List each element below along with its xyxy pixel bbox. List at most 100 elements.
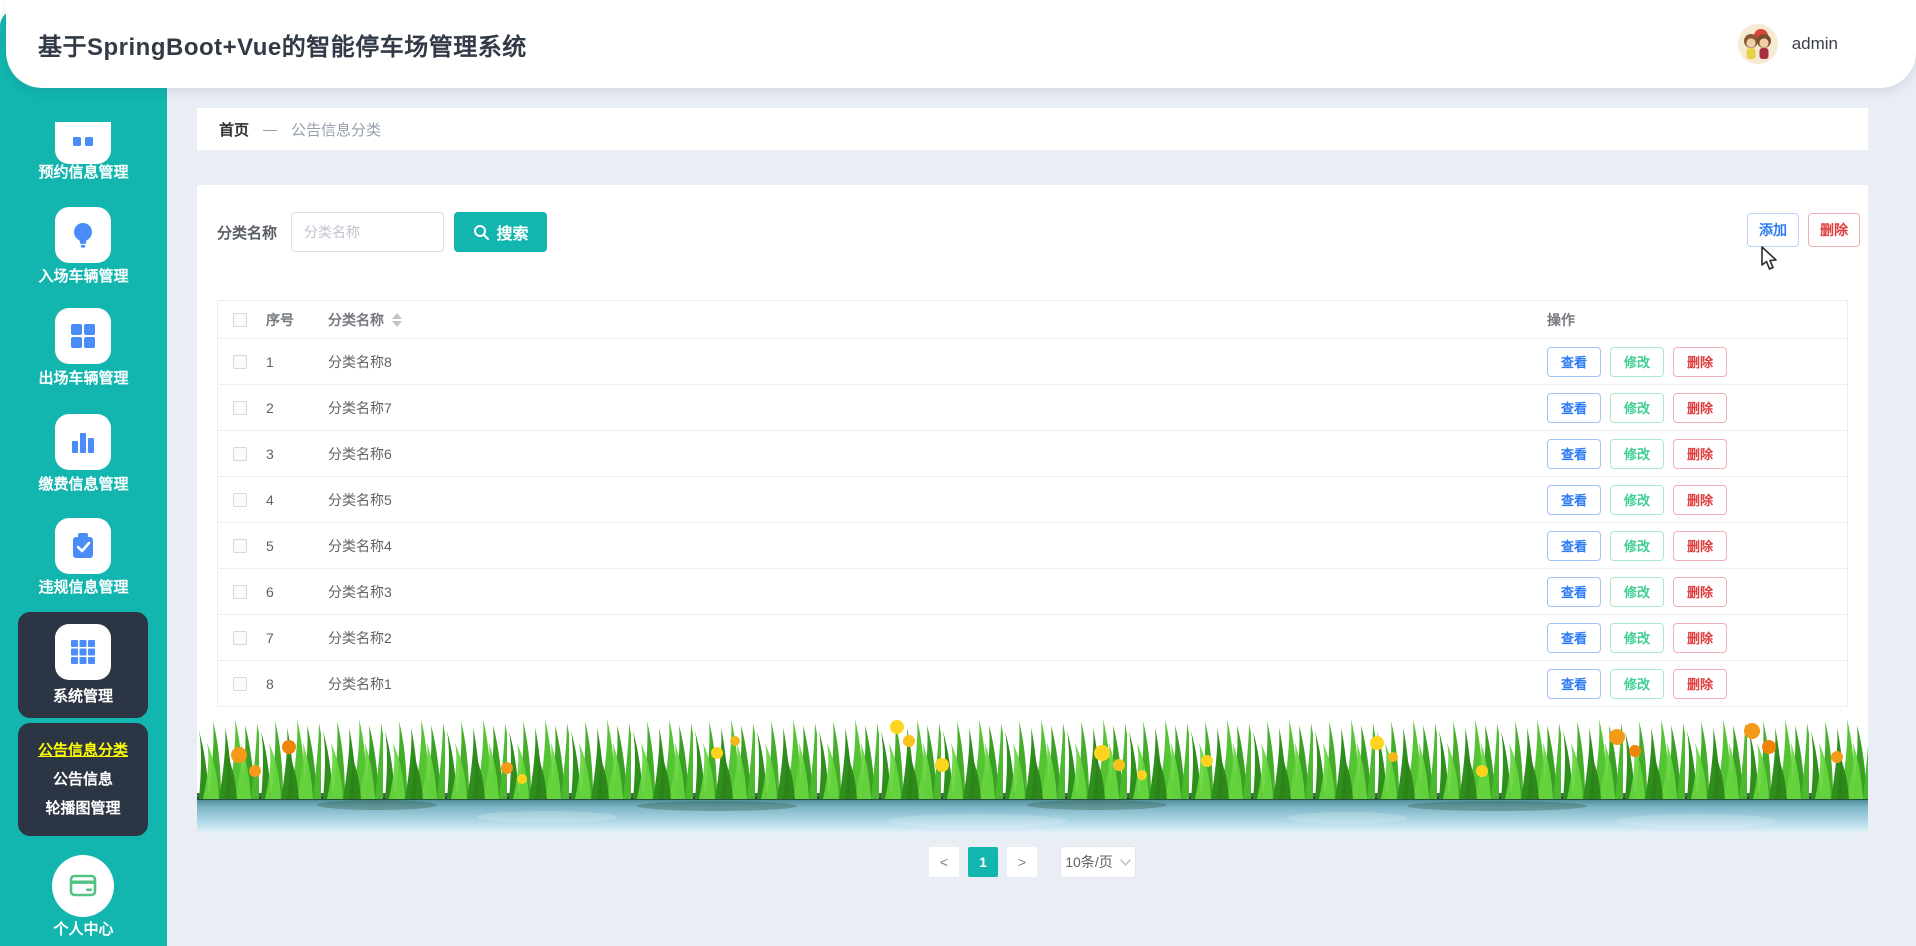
sidebar-item-payment-label[interactable]: 缴费信息管理 xyxy=(0,474,167,496)
view-button[interactable]: 查看 xyxy=(1547,530,1602,561)
table-row: 3 分类名称6 查看 修改 删除 xyxy=(218,431,1847,477)
view-button[interactable]: 查看 xyxy=(1547,484,1602,515)
delete-row-button[interactable]: 删除 xyxy=(1673,576,1728,607)
row-checkbox[interactable] xyxy=(233,400,247,415)
edit-button[interactable]: 修改 xyxy=(1610,622,1665,653)
search-field-label: 分类名称 xyxy=(217,224,278,242)
row-name: 分类名称2 xyxy=(328,629,392,646)
submenu-item-notice[interactable]: 公告信息 xyxy=(18,765,148,794)
row-index: 6 xyxy=(266,583,274,600)
search-button[interactable]: 搜索 xyxy=(454,212,548,252)
page-size-value: 10条/页 xyxy=(1065,854,1113,870)
table-header-row: 序号 分类名称 操作 xyxy=(218,301,1847,339)
view-button[interactable]: 查看 xyxy=(1547,438,1602,469)
system-submenu: 公告信息分类 公告信息 轮播图管理 xyxy=(18,723,148,836)
table-row: 5 分类名称4 查看 修改 删除 xyxy=(218,523,1847,569)
delete-row-button[interactable]: 删除 xyxy=(1673,668,1728,699)
sidebar-item-reservation[interactable] xyxy=(55,122,111,164)
grid4-icon xyxy=(71,324,95,348)
sidebar-item-entry[interactable] xyxy=(55,207,111,263)
row-name: 分类名称6 xyxy=(328,445,392,462)
row-index: 5 xyxy=(266,537,274,554)
edit-button[interactable]: 修改 xyxy=(1610,438,1665,469)
breadcrumb-current: 公告信息分类 xyxy=(291,121,382,139)
row-index: 3 xyxy=(266,445,274,462)
sidebar-item-system-label[interactable]: 系统管理 xyxy=(18,686,148,708)
delete-button[interactable]: 删除 xyxy=(1808,213,1860,247)
add-button[interactable]: 添加 xyxy=(1747,213,1799,247)
system-tile xyxy=(55,624,111,680)
page-size-select[interactable]: 10条/页 xyxy=(1060,846,1136,878)
top-header: 基于SpringBoot+Vue的智能停车场管理系统 admin xyxy=(6,0,1916,88)
submenu-item-carousel[interactable]: 轮播图管理 xyxy=(18,794,148,823)
category-name-input[interactable] xyxy=(291,212,445,252)
submenu-item-notice-category[interactable]: 公告信息分类 xyxy=(18,736,148,765)
user-box[interactable]: admin xyxy=(1737,0,1838,88)
delete-row-button[interactable]: 删除 xyxy=(1673,392,1728,423)
row-checkbox[interactable] xyxy=(233,630,247,645)
breadcrumb-home[interactable]: 首页 xyxy=(219,119,249,140)
table-row: 8 分类名称1 查看 修改 删除 xyxy=(218,661,1847,707)
row-checkbox[interactable] xyxy=(233,492,247,507)
clipboard-check-icon xyxy=(73,533,93,558)
row-checkbox[interactable] xyxy=(233,354,247,369)
sidebar-item-personal[interactable] xyxy=(52,855,114,917)
row-index: 8 xyxy=(266,675,274,692)
delete-row-button[interactable]: 删除 xyxy=(1673,622,1728,653)
sidebar-item-violation-label[interactable]: 违规信息管理 xyxy=(0,577,167,599)
sidebar-item-system-active[interactable]: 系统管理 xyxy=(18,612,148,718)
row-checkbox[interactable] xyxy=(233,676,247,691)
prev-page-button[interactable]: < xyxy=(929,847,959,877)
edit-button[interactable]: 修改 xyxy=(1610,576,1665,607)
edit-button[interactable]: 修改 xyxy=(1610,530,1665,561)
avatar-image-icon xyxy=(1737,24,1778,64)
row-index: 4 xyxy=(266,491,274,508)
table-row: 7 分类名称2 查看 修改 删除 xyxy=(218,615,1847,661)
view-button[interactable]: 查看 xyxy=(1547,346,1602,377)
sort-caret-icon[interactable] xyxy=(392,312,402,327)
search-form: 分类名称 搜索 xyxy=(217,212,548,252)
row-name: 分类名称8 xyxy=(328,353,392,370)
reservation-icon xyxy=(73,137,93,146)
row-checkbox[interactable] xyxy=(233,446,247,461)
delete-row-button[interactable]: 删除 xyxy=(1673,438,1728,469)
bulb-icon xyxy=(74,223,92,248)
id-card-icon xyxy=(69,874,97,897)
view-button[interactable]: 查看 xyxy=(1547,392,1602,423)
table-row: 6 分类名称3 查看 修改 删除 xyxy=(218,569,1847,615)
sidebar-item-personal-label[interactable]: 个人中心 xyxy=(0,919,167,941)
pagination: < 1 > 10条/页 xyxy=(197,846,1868,878)
sidebar-item-payment[interactable] xyxy=(55,414,111,470)
row-index: 1 xyxy=(266,353,274,370)
select-all-checkbox[interactable] xyxy=(233,312,247,327)
row-checkbox[interactable] xyxy=(233,584,247,599)
sidebar-item-exit[interactable] xyxy=(55,308,111,364)
category-table: 序号 分类名称 操作 1 分类名称8 查看 修改 删除 2 分类名称7 查看 修… xyxy=(217,300,1848,707)
breadcrumb-separator: — xyxy=(263,121,278,137)
row-checkbox[interactable] xyxy=(233,538,247,553)
search-icon xyxy=(473,224,489,240)
sidebar-item-violation[interactable] xyxy=(55,518,111,574)
edit-button[interactable]: 修改 xyxy=(1610,484,1665,515)
view-button[interactable]: 查看 xyxy=(1547,622,1602,653)
delete-row-button[interactable]: 删除 xyxy=(1673,484,1728,515)
sidebar-item-exit-label[interactable]: 出场车辆管理 xyxy=(0,368,167,390)
view-button[interactable]: 查看 xyxy=(1547,576,1602,607)
edit-button[interactable]: 修改 xyxy=(1610,668,1665,699)
current-page[interactable]: 1 xyxy=(968,847,998,877)
table-toolbar: 添加 删除 xyxy=(1747,213,1860,247)
sidebar-item-entry-label[interactable]: 入场车辆管理 xyxy=(0,266,167,288)
row-name: 分类名称5 xyxy=(328,491,392,508)
col-header-name[interactable]: 分类名称 xyxy=(328,310,1547,330)
avatar[interactable] xyxy=(1737,24,1778,64)
page-title: 基于SpringBoot+Vue的智能停车场管理系统 xyxy=(38,33,527,61)
sidebar-item-reservation-label[interactable]: 预约信息管理 xyxy=(0,162,167,184)
edit-button[interactable]: 修改 xyxy=(1610,346,1665,377)
edit-button[interactable]: 修改 xyxy=(1610,392,1665,423)
breadcrumb: 首页 — 公告信息分类 xyxy=(197,108,1868,150)
view-button[interactable]: 查看 xyxy=(1547,668,1602,699)
table-row: 1 分类名称8 查看 修改 删除 xyxy=(218,339,1847,385)
delete-row-button[interactable]: 删除 xyxy=(1673,530,1728,561)
delete-row-button[interactable]: 删除 xyxy=(1673,346,1728,377)
next-page-button[interactable]: > xyxy=(1007,847,1037,877)
